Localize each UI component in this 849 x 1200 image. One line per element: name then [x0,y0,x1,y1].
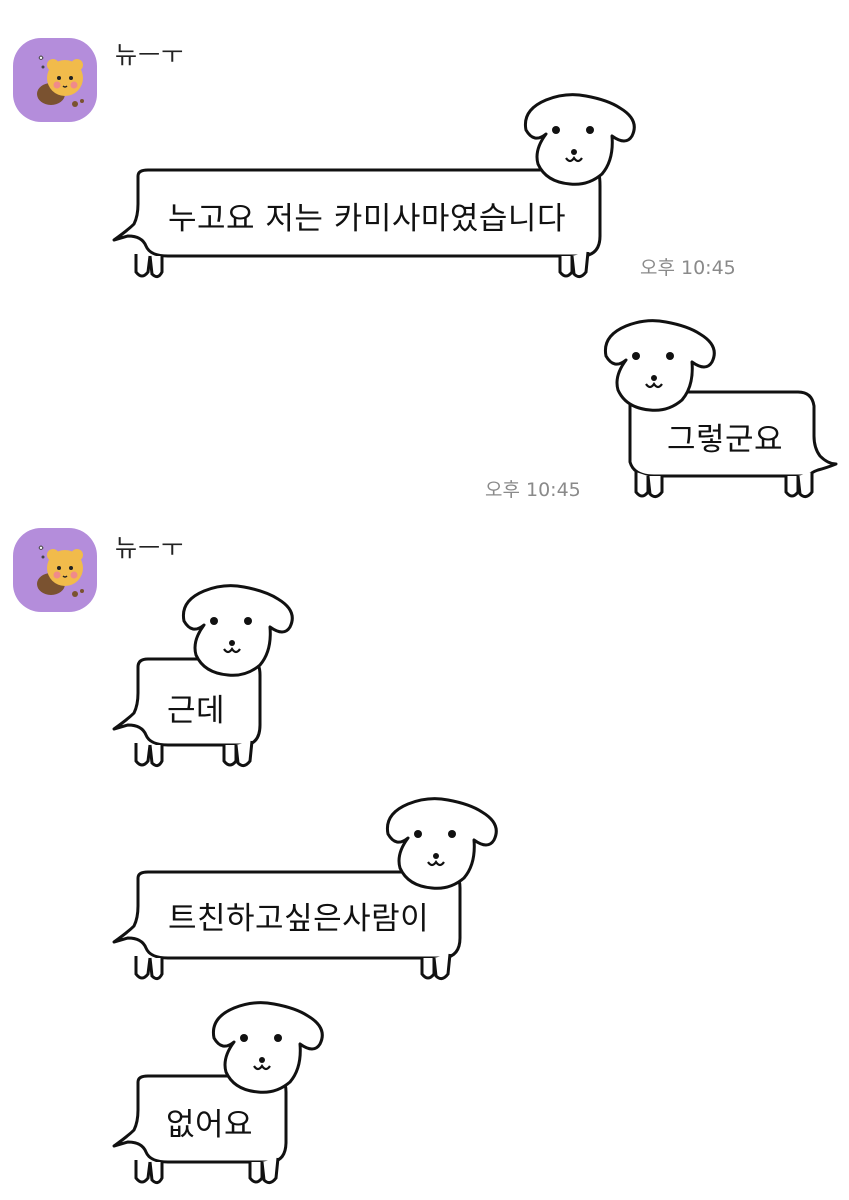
message-text-2: 그렇군요 [667,422,784,458]
message-time-1: 오후 10:45 [640,257,736,279]
avatar[interactable] [13,528,97,612]
message-text-5: 없어요 [166,1107,254,1143]
message-text-4: 트친하고싶은사람이 [168,901,430,937]
bear-sticker-icon [37,545,84,597]
message-text-1: 누고요 저는 카미사마였습니다 [168,201,566,237]
message-bubble-2 [603,319,838,499]
message-bubble-1 [112,93,636,279]
message-time-2: 오후 10:45 [485,479,581,501]
message-bubble-3 [112,584,294,768]
message-bubble-4 [112,797,498,981]
message-text-3: 근데 [167,693,226,729]
message-bubble-5 [112,1001,324,1185]
sender-name: 뉴ㅡㅜ [115,534,185,562]
